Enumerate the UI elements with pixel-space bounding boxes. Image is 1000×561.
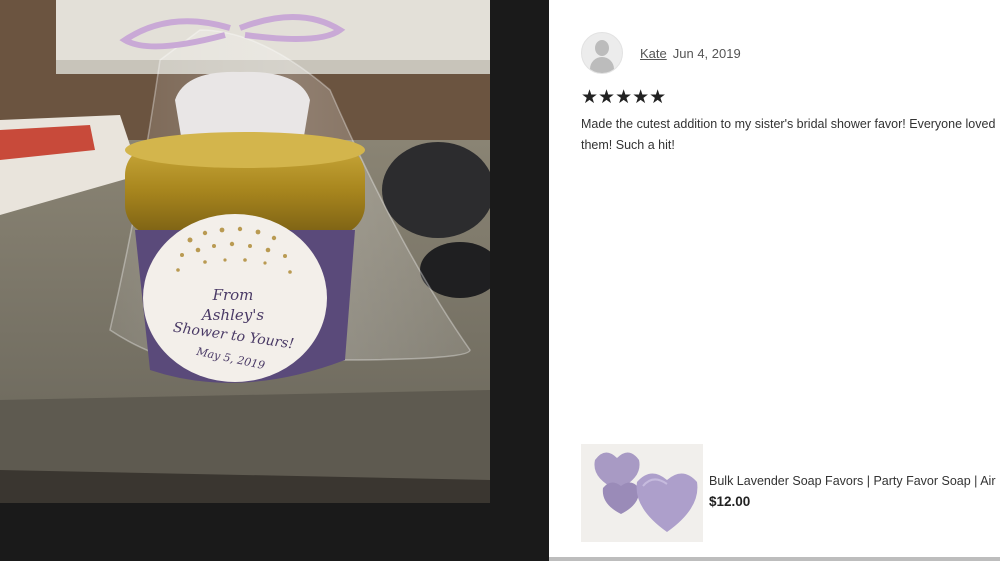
- star-rating: ★★★★★: [581, 87, 667, 108]
- product-title[interactable]: Bulk Lavender Soap Favors | Party Favor …: [709, 474, 1000, 488]
- tag-line2: Ashley's: [200, 306, 264, 324]
- reviewer-name-link[interactable]: Kate: [640, 46, 667, 61]
- product-price: $12.00: [709, 494, 751, 509]
- product-thumbnail[interactable]: [581, 444, 703, 542]
- review-date: Jun 4, 2019: [672, 45, 741, 61]
- review-photo-modal: From Ashley's Shower to Yours! May 5, 20…: [0, 0, 1000, 561]
- user-avatar-icon: [581, 32, 623, 74]
- review-text: Made the cutest addition to my sister's …: [581, 117, 996, 152]
- tag-line1: From: [212, 286, 254, 304]
- review-panel: Kate Jun 4, 2019 ★★★★★ Made the cutest a…: [549, 0, 1000, 557]
- review-photo[interactable]: From Ashley's Shower to Yours! May 5, 20…: [0, 0, 490, 503]
- product-card[interactable]: Bulk Lavender Soap Favors | Party Favor …: [581, 444, 1000, 542]
- product-info: Bulk Lavender Soap Favors | Party Favor …: [709, 444, 1000, 509]
- panel-divider: [549, 557, 1000, 561]
- reviewer-info: Kate Jun 4, 2019: [581, 32, 741, 74]
